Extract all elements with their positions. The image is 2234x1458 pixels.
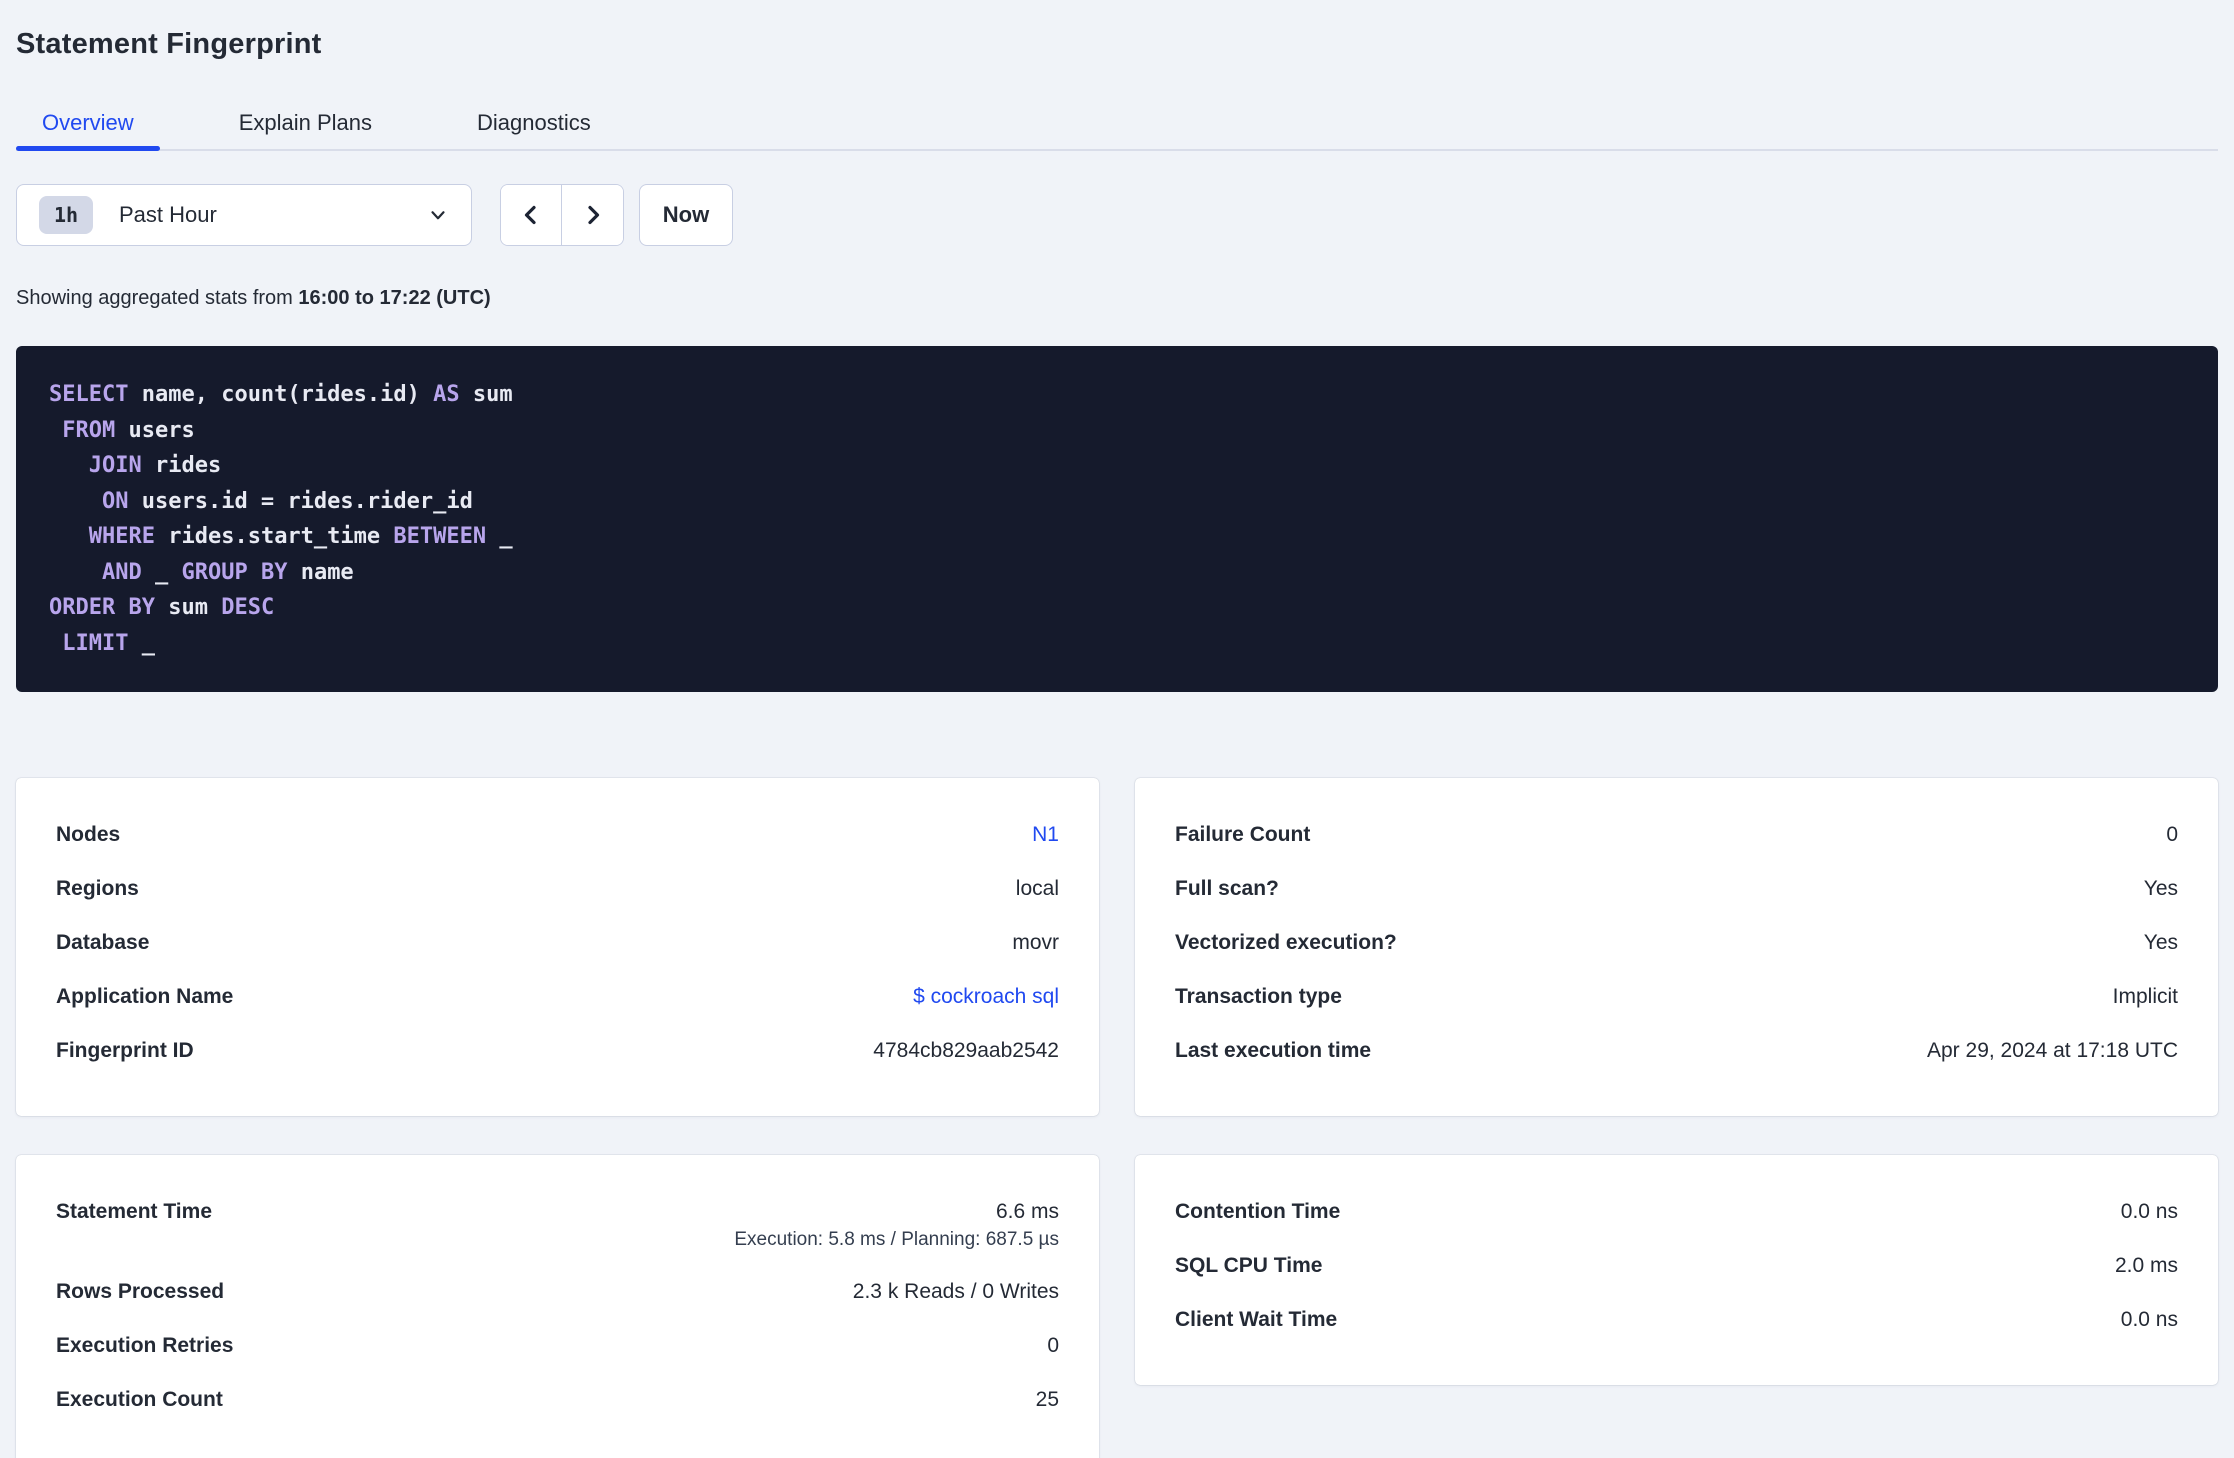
failure-count-label: Failure Count <box>1175 823 1311 846</box>
row-client-wait-time: Client Wait Time 0.0 ns <box>1175 1305 2178 1335</box>
application-name-link[interactable]: $ cockroach sql <box>913 985 1059 1008</box>
contention-time-value: 0.0 ns <box>2120 1200 2178 1223</box>
next-time-button[interactable] <box>562 185 623 245</box>
row-contention-time: Contention Time 0.0 ns <box>1175 1197 2178 1227</box>
sql-line: JOIN rides <box>88 453 222 478</box>
row-last-execution-time: Last execution time Apr 29, 2024 at 17:1… <box>1175 1036 2178 1066</box>
row-application-name: Application Name $ cockroach sql <box>56 982 1059 1012</box>
page-title: Statement Fingerprint <box>16 28 322 60</box>
execution-count-label: Execution Count <box>56 1388 223 1411</box>
sql-code: SELECT name, count(rides.id) AS sum FROM… <box>49 377 2185 661</box>
now-button[interactable]: Now <box>639 184 733 246</box>
vectorized-execution-label: Vectorized execution? <box>1175 931 1397 954</box>
aggregated-stats-summary: Showing aggregated stats from 16:00 to 1… <box>16 286 2218 311</box>
row-fingerprint-id: Fingerprint ID 4784cb829aab2542 <box>56 1036 1059 1066</box>
summary-cards: Nodes N1 Regions local Database movr App… <box>16 778 2218 1458</box>
failure-count-value: 0 <box>2166 823 2178 846</box>
tab-bar: Overview Explain Plans Diagnostics <box>16 104 2218 151</box>
statement-details-card: Nodes N1 Regions local Database movr App… <box>16 778 1099 1116</box>
statement-time-breakdown: Execution: 5.8 ms / Planning: 687.5 µs <box>734 1229 1059 1250</box>
time-range-label: Past Hour <box>119 202 217 227</box>
time-range-badge: 1h <box>39 196 93 234</box>
vectorized-execution-value: Yes <box>2143 931 2178 954</box>
client-wait-time-label: Client Wait Time <box>1175 1308 1338 1331</box>
statement-timing-card: Statement Time 6.6 ms Execution: 5.8 ms … <box>16 1155 1099 1458</box>
row-sql-cpu-time: SQL CPU Time 2.0 ms <box>1175 1251 2178 1281</box>
row-failure-count: Failure Count 0 <box>1175 820 2178 850</box>
sql-cpu-time-label: SQL CPU Time <box>1175 1254 1323 1277</box>
sql-line: WHERE rides.start_time BETWEEN _ <box>88 524 513 549</box>
sql-line: ON users.id = rides.rider_id <box>101 488 473 514</box>
full-scan-label: Full scan? <box>1175 877 1279 900</box>
chevron-left-icon <box>524 205 536 225</box>
last-execution-time-value: Apr 29, 2024 at 17:18 UTC <box>1927 1039 2178 1062</box>
row-full-scan: Full scan? Yes <box>1175 874 2178 904</box>
statement-time-value: 6.6 ms <box>995 1200 1059 1223</box>
chevron-down-icon <box>431 211 445 220</box>
contention-time-label: Contention Time <box>1175 1200 1341 1223</box>
chevron-right-icon <box>587 205 599 225</box>
last-execution-time-label: Last execution time <box>1175 1039 1372 1062</box>
sql-cpu-time-value: 2.0 ms <box>2114 1254 2178 1277</box>
execution-retries-value: 0 <box>1047 1334 1059 1357</box>
sql-statement-box: SELECT name, count(rides.id) AS sum FROM… <box>16 346 2218 692</box>
statement-time-label: Statement Time <box>56 1200 212 1223</box>
sql-line: ORDER BY sum DESC <box>49 595 275 620</box>
sql-line: SELECT name, count(rides.id) AS sum <box>49 382 513 407</box>
stats-summary-prefix: Showing aggregated stats from <box>16 287 299 309</box>
statement-fingerprint-page: Statement Fingerprint Overview Explain P… <box>0 0 2234 1458</box>
fingerprint-id-value: 4784cb829aab2542 <box>873 1039 1059 1062</box>
execution-attributes-card: Failure Count 0 Full scan? Yes Vectorize… <box>1135 778 2218 1116</box>
sql-line: LIMIT _ <box>62 630 155 656</box>
rows-processed-label: Rows Processed <box>56 1280 225 1303</box>
row-execution-count: Execution Count 25 <box>56 1385 1059 1415</box>
tab-overview[interactable]: Overview <box>16 104 160 151</box>
fingerprint-id-label: Fingerprint ID <box>56 1039 194 1062</box>
prev-time-button[interactable] <box>501 185 562 245</box>
rows-processed-value: 2.3 k Reads / 0 Writes <box>852 1280 1059 1303</box>
row-regions: Regions local <box>56 874 1059 904</box>
regions-value: local <box>1015 877 1059 900</box>
row-rows-processed: Rows Processed 2.3 k Reads / 0 Writes <box>56 1277 1059 1307</box>
row-nodes: Nodes N1 <box>56 820 1059 850</box>
row-vectorized-execution: Vectorized execution? Yes <box>1175 928 2178 958</box>
execution-retries-label: Execution Retries <box>56 1334 234 1357</box>
client-wait-time-value: 0.0 ns <box>2120 1308 2178 1331</box>
application-name-label: Application Name <box>56 985 234 1008</box>
sql-line: FROM users <box>62 417 195 443</box>
execution-count-value: 25 <box>1035 1388 1059 1411</box>
row-execution-retries: Execution Retries 0 <box>56 1331 1059 1361</box>
stats-summary-range: 16:00 to 17:22 (UTC) <box>298 287 491 309</box>
tab-explain-plans[interactable]: Explain Plans <box>213 104 398 149</box>
database-value: movr <box>1012 931 1059 954</box>
nodes-link[interactable]: N1 <box>1032 823 1059 846</box>
database-label: Database <box>56 931 150 954</box>
time-controls: 1h Past Hour Now <box>16 184 2218 246</box>
time-nav-group <box>500 184 624 246</box>
nodes-label: Nodes <box>56 823 121 846</box>
transaction-type-value: Implicit <box>2112 985 2178 1008</box>
full-scan-value: Yes <box>2143 877 2178 900</box>
time-range-dropdown[interactable]: 1h Past Hour <box>16 184 472 246</box>
row-transaction-type: Transaction type Implicit <box>1175 982 2178 1012</box>
transaction-type-label: Transaction type <box>1175 985 1342 1008</box>
row-database: Database movr <box>56 928 1059 958</box>
regions-label: Regions <box>56 877 139 900</box>
wait-time-card: Contention Time 0.0 ns SQL CPU Time 2.0 … <box>1135 1155 2218 1385</box>
tab-diagnostics[interactable]: Diagnostics <box>451 104 617 149</box>
sql-line: AND _ GROUP BY name <box>101 559 354 585</box>
row-statement-time: Statement Time 6.6 ms Execution: 5.8 ms … <box>56 1197 1059 1253</box>
